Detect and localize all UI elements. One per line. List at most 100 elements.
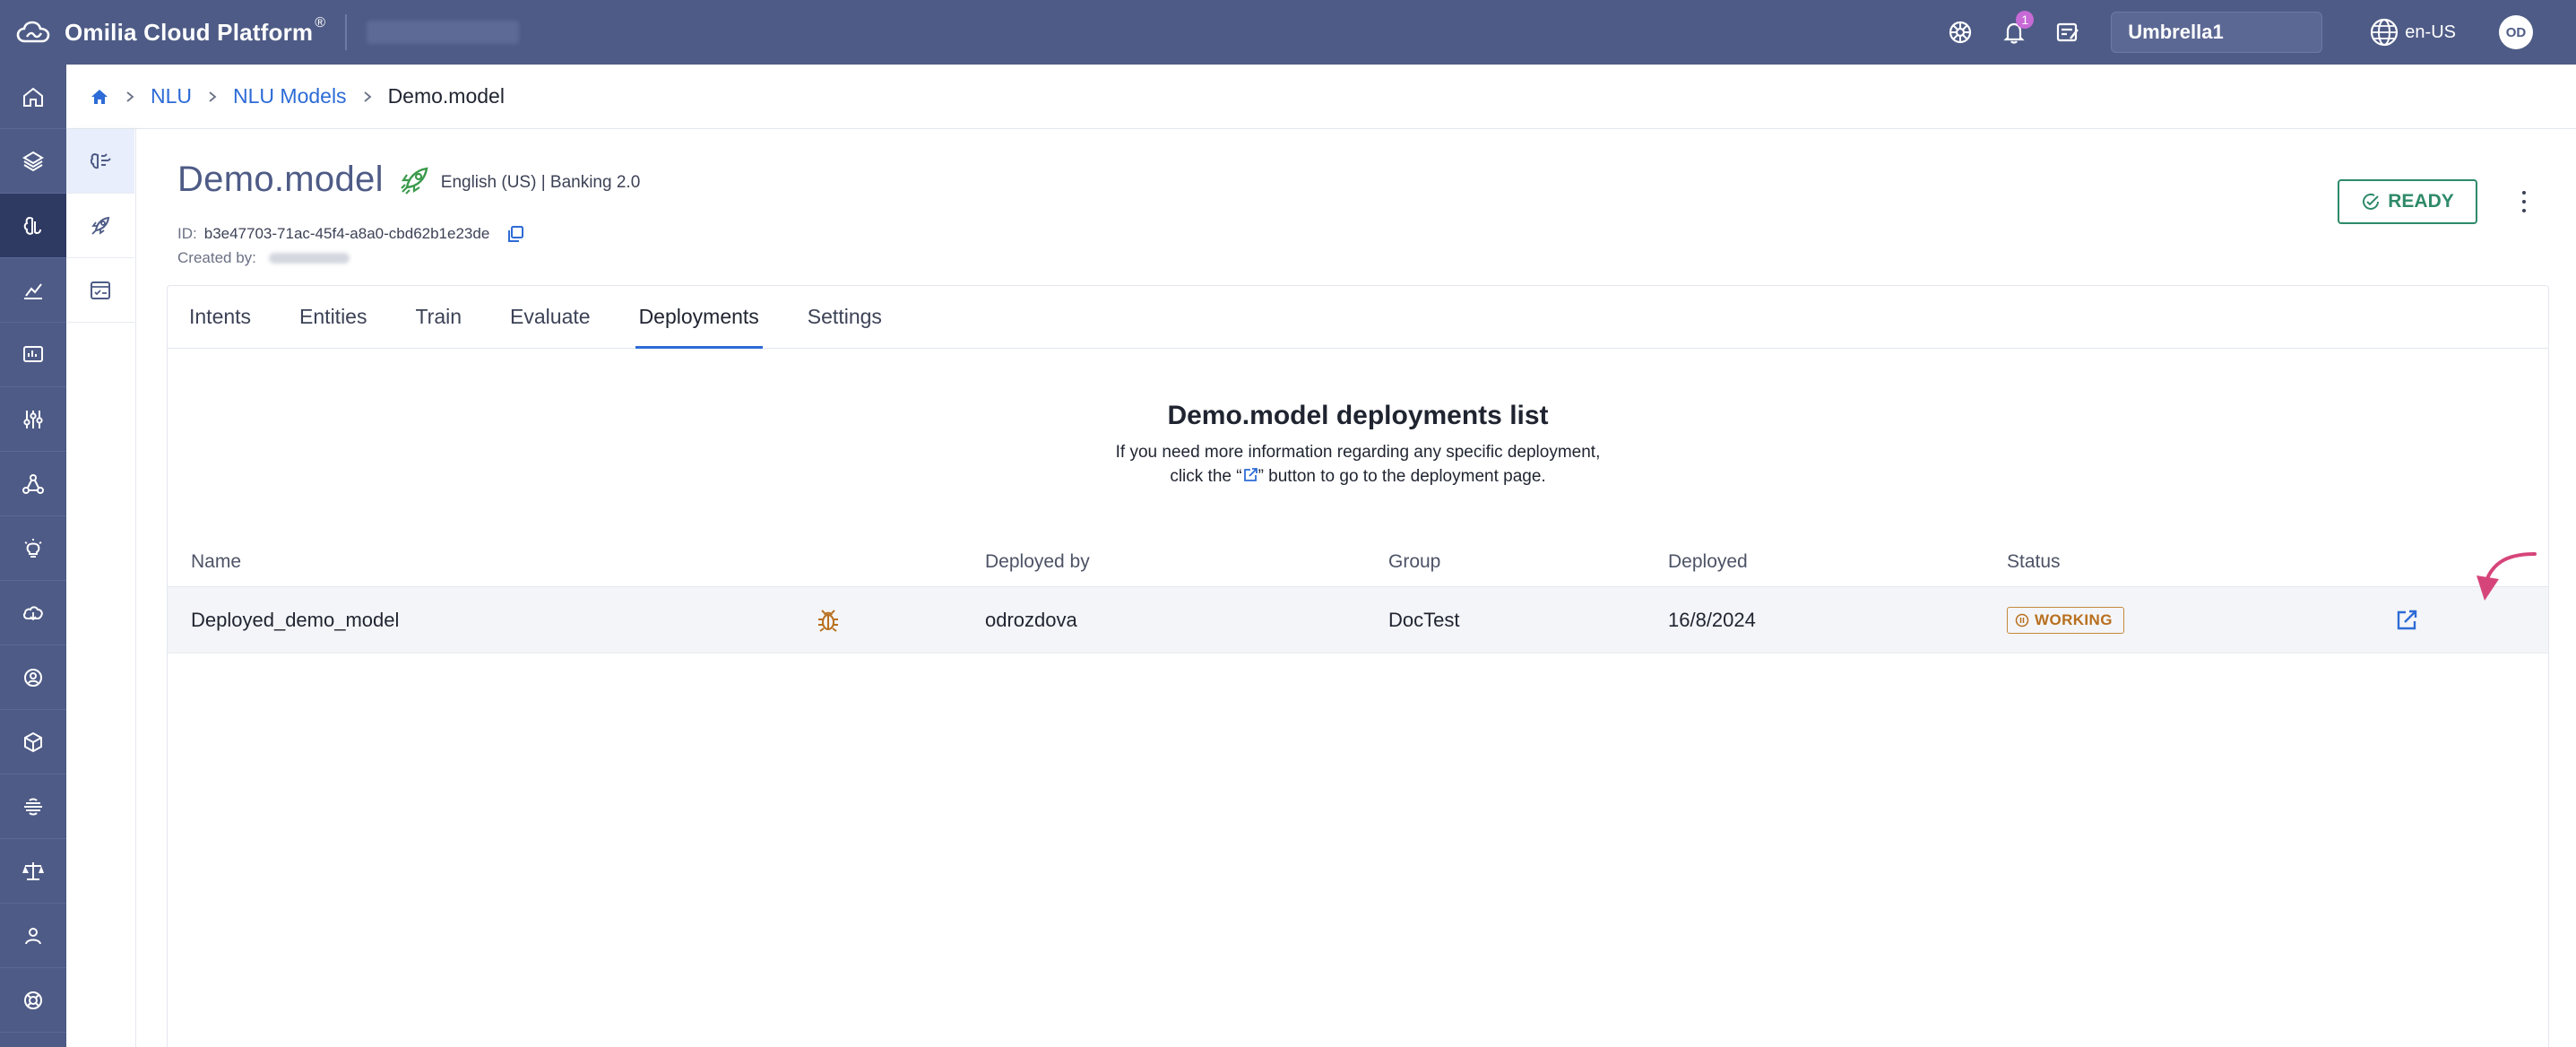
chevron-right-icon xyxy=(126,91,134,102)
breadcrumb-nlu-models[interactable]: NLU Models xyxy=(233,84,347,108)
analytics-icon xyxy=(24,282,42,299)
id-label: ID: xyxy=(177,225,197,242)
nav-cloud[interactable] xyxy=(0,581,66,645)
cloud-icon xyxy=(23,605,43,620)
chevron-right-icon xyxy=(363,91,371,102)
open-deployment-icon[interactable] xyxy=(2394,608,2419,633)
model-title: Demo.model xyxy=(177,160,384,199)
subnav-deploy[interactable] xyxy=(66,194,134,258)
nav-nlu[interactable] xyxy=(0,194,66,258)
nav-user-settings[interactable] xyxy=(0,645,66,710)
status-badge: WORKING xyxy=(2007,606,2124,634)
table-row[interactable]: Deployed_demo_model odrozdova DocTest 16… xyxy=(168,587,2548,653)
cube-icon xyxy=(24,731,42,752)
scales-icon xyxy=(22,861,44,880)
bulb-icon xyxy=(24,538,42,558)
more-options-icon[interactable] xyxy=(2513,188,2535,215)
tab-settings[interactable]: Settings xyxy=(808,286,882,348)
subnav-tests[interactable] xyxy=(66,258,134,323)
breadcrumb: NLU NLU Models Demo.model xyxy=(66,65,2576,129)
model-card: Intents Entities Train Evaluate Deployme… xyxy=(167,285,2549,1047)
notification-badge: 1 xyxy=(2016,11,2035,29)
deployments-table: Name Deployed by Group Deployed Status D… xyxy=(168,537,2548,653)
bell-icon[interactable]: 1 xyxy=(1998,11,2035,48)
tab-intents[interactable]: Intents xyxy=(189,286,251,348)
cloud-logo-icon xyxy=(16,21,50,43)
top-bar: Omilia Cloud Platform ® 1 Umbrella1 en-US… xyxy=(0,0,2576,65)
external-link-icon xyxy=(1243,468,1258,481)
model-tabs: Intents Entities Train Evaluate Deployme… xyxy=(168,286,2548,349)
model-icon xyxy=(90,152,111,169)
nav-users[interactable] xyxy=(0,904,66,968)
home-icon xyxy=(23,87,43,107)
created-by-label: Created by: xyxy=(177,249,256,266)
nav-layers[interactable] xyxy=(0,129,66,194)
chevron-right-icon xyxy=(209,91,217,102)
deployments-title: Demo.model deployments list xyxy=(1167,401,1549,430)
pause-circle-icon xyxy=(2015,613,2029,627)
nav-ideas[interactable] xyxy=(0,516,66,581)
col-deployed-by: Deployed by xyxy=(985,550,1090,572)
nav-network[interactable] xyxy=(0,452,66,516)
redacted-author xyxy=(268,253,350,264)
globe-icon xyxy=(2371,18,2399,47)
nlu-icon xyxy=(23,216,41,235)
nav-reports[interactable] xyxy=(0,323,66,387)
annotation-arrow xyxy=(2477,552,2537,601)
left-navigation xyxy=(0,65,66,1047)
nav-scales[interactable] xyxy=(0,839,66,904)
tab-evaluate[interactable]: Evaluate xyxy=(510,286,591,348)
rocket-icon xyxy=(91,216,110,235)
brand[interactable]: Omilia Cloud Platform ® xyxy=(16,0,325,65)
support-icon xyxy=(24,991,42,1009)
deployment-date: 16/8/2024 xyxy=(1668,608,1756,631)
table-header: Name Deployed by Group Deployed Status xyxy=(168,537,2548,587)
nav-brain[interactable] xyxy=(0,774,66,839)
user-settings-icon xyxy=(24,668,42,687)
copy-icon[interactable] xyxy=(506,224,525,244)
col-deployed: Deployed xyxy=(1668,550,1748,572)
col-group: Group xyxy=(1388,550,1441,572)
description-line-2: click the “” button to go to the deploym… xyxy=(1170,467,1546,486)
settings-wheel-icon[interactable] xyxy=(1944,16,1976,48)
check-circle-icon xyxy=(2363,193,2380,210)
top-divider xyxy=(345,14,348,50)
tab-deployments[interactable]: Deployments xyxy=(635,286,764,349)
description-line-1: If you need more information regarding a… xyxy=(1115,443,1601,462)
nav-cube[interactable] xyxy=(0,710,66,774)
sliders-icon xyxy=(23,410,43,428)
rocket-icon xyxy=(400,167,428,195)
breadcrumb-current: Demo.model xyxy=(387,84,505,108)
language-select[interactable]: en-US xyxy=(2369,17,2456,48)
deployment-name: Deployed_demo_model xyxy=(191,608,400,631)
notes-icon[interactable] xyxy=(2052,16,2084,48)
model-sub-navigation xyxy=(66,129,136,1047)
ready-status-button[interactable]: READY xyxy=(2338,179,2477,224)
brand-name: Omilia Cloud Platform ® xyxy=(65,14,326,46)
layers-icon xyxy=(22,151,44,171)
network-icon xyxy=(22,473,44,494)
breadcrumb-nlu[interactable]: NLU xyxy=(151,84,192,108)
model-meta: English (US) | Banking 2.0 xyxy=(440,172,641,192)
bug-icon xyxy=(818,609,838,632)
subnav-model[interactable] xyxy=(66,129,134,194)
tab-entities[interactable]: Entities xyxy=(299,286,367,348)
tab-train[interactable]: Train xyxy=(415,286,462,348)
deployments-description: If you need more information regarding a… xyxy=(168,440,2548,489)
tenant-select[interactable]: Umbrella1 xyxy=(2111,12,2323,53)
nav-sliders[interactable] xyxy=(0,387,66,452)
person-icon xyxy=(25,927,41,944)
nav-home[interactable] xyxy=(0,65,66,129)
redacted-area xyxy=(367,21,520,44)
brain-icon xyxy=(24,798,42,815)
col-name: Name xyxy=(191,550,242,572)
language-label: en-US xyxy=(2405,22,2456,42)
home-icon[interactable] xyxy=(90,87,109,107)
deployment-group: DocTest xyxy=(1388,608,1460,631)
nav-support[interactable] xyxy=(0,968,66,1033)
model-id: b3e47703-71ac-45f4-a8a0-cbd62b1e23de xyxy=(203,225,490,242)
ready-label: READY xyxy=(2388,191,2454,212)
user-avatar[interactable]: OD xyxy=(2499,15,2533,49)
reports-icon xyxy=(23,345,43,362)
nav-analytics[interactable] xyxy=(0,258,66,323)
